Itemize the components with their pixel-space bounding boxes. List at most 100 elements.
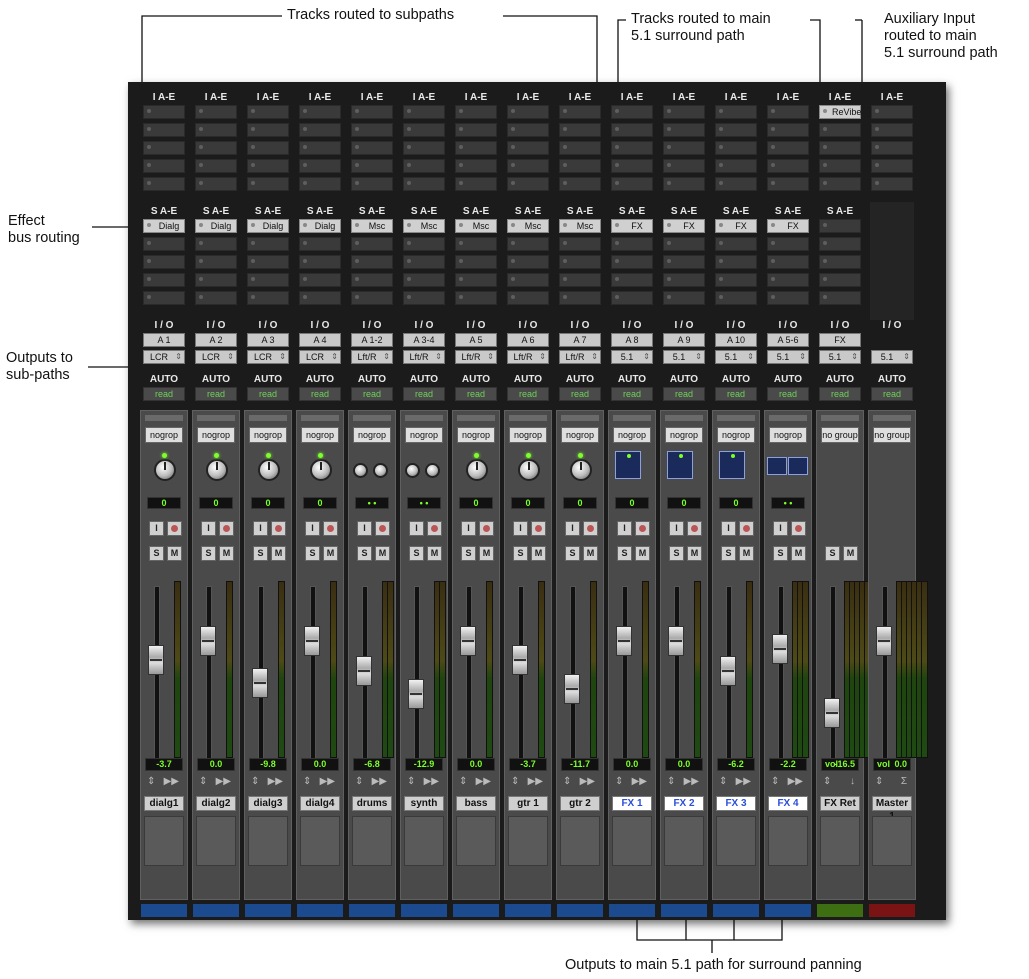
insert-slot[interactable] — [455, 141, 497, 155]
automation-mode[interactable]: read — [819, 387, 861, 401]
automation-mode[interactable]: read — [507, 387, 549, 401]
comments-box[interactable] — [820, 816, 860, 866]
output-selector[interactable]: 5.1 ⇕ — [871, 350, 913, 364]
volume-fader[interactable] — [200, 626, 216, 656]
input-selector[interactable]: A 4 — [299, 333, 341, 347]
output-selector[interactable]: 5.1 ⇕ — [819, 350, 861, 364]
record-enable-button[interactable] — [739, 521, 754, 536]
insert-slot[interactable] — [247, 123, 289, 137]
pan-knob[interactable] — [154, 459, 176, 481]
send-slot[interactable] — [819, 273, 861, 287]
group-selector[interactable]: nogrop — [561, 427, 599, 443]
comments-box[interactable] — [872, 816, 912, 866]
input-monitor-button[interactable]: I — [253, 521, 268, 536]
send-slot[interactable] — [143, 237, 185, 251]
mute-button[interactable]: M — [583, 546, 598, 561]
send-slot[interactable] — [247, 291, 289, 305]
mute-button[interactable]: M — [843, 546, 858, 561]
send-slot[interactable] — [195, 255, 237, 269]
insert-slot[interactable] — [715, 141, 757, 155]
comments-box[interactable] — [456, 816, 496, 866]
track-name[interactable]: dialg4 — [300, 796, 340, 811]
insert-slot[interactable] — [767, 141, 809, 155]
mute-button[interactable]: M — [791, 546, 806, 561]
input-selector[interactable]: A 6 — [507, 333, 549, 347]
insert-slot[interactable] — [715, 159, 757, 173]
solo-button[interactable]: S — [201, 546, 216, 561]
group-selector[interactable]: nogrop — [405, 427, 443, 443]
track-name[interactable]: FX 1 — [612, 796, 652, 811]
send-slot[interactable] — [559, 237, 601, 251]
solo-button[interactable]: S — [253, 546, 268, 561]
insert-slot[interactable] — [559, 177, 601, 191]
insert-slot[interactable] — [715, 177, 757, 191]
group-selector[interactable]: no group — [821, 427, 859, 443]
input-monitor-button[interactable]: I — [773, 521, 788, 536]
send-slot[interactable] — [767, 291, 809, 305]
comments-box[interactable] — [716, 816, 756, 866]
mute-button[interactable]: M — [219, 546, 234, 561]
mute-button[interactable]: M — [635, 546, 650, 561]
send-slot[interactable] — [507, 273, 549, 287]
volume-fader[interactable] — [356, 656, 372, 687]
group-selector[interactable]: nogrop — [353, 427, 391, 443]
send-slot[interactable] — [195, 237, 237, 251]
input-monitor-button[interactable]: I — [201, 521, 216, 536]
input-selector[interactable]: A 2 — [195, 333, 237, 347]
group-selector[interactable]: nogrop — [613, 427, 651, 443]
send-slot[interactable] — [403, 273, 445, 287]
automation-mode[interactable]: read — [663, 387, 705, 401]
insert-slot[interactable] — [195, 105, 237, 119]
solo-button[interactable]: S — [773, 546, 788, 561]
insert-slot[interactable] — [247, 105, 289, 119]
insert-slot[interactable] — [403, 141, 445, 155]
insert-slot[interactable] — [455, 159, 497, 173]
input-selector[interactable]: A 1 — [143, 333, 185, 347]
insert-slot[interactable] — [247, 177, 289, 191]
insert-slot[interactable] — [403, 177, 445, 191]
insert-slot[interactable] — [247, 159, 289, 173]
output-selector[interactable]: 5.1 ⇕ — [767, 350, 809, 364]
insert-slot[interactable] — [819, 141, 861, 155]
send-slot[interactable] — [455, 237, 497, 251]
group-selector[interactable]: nogrop — [197, 427, 235, 443]
mute-button[interactable]: M — [323, 546, 338, 561]
record-enable-button[interactable] — [687, 521, 702, 536]
insert-slot[interactable] — [871, 123, 913, 137]
send-slot[interactable] — [299, 273, 341, 287]
insert-slot[interactable] — [143, 159, 185, 173]
output-selector[interactable]: 5.1 ⇕ — [611, 350, 653, 364]
insert-slot[interactable] — [871, 141, 913, 155]
insert-slot[interactable] — [143, 105, 185, 119]
insert-slot[interactable] — [611, 141, 653, 155]
surround-panner[interactable] — [615, 451, 641, 479]
send-slot[interactable] — [611, 273, 653, 287]
send-slot[interactable] — [611, 255, 653, 269]
input-selector[interactable]: A 3-4 — [403, 333, 445, 347]
automation-mode[interactable]: read — [299, 387, 341, 401]
track-name[interactable]: synth — [404, 796, 444, 811]
track-name[interactable]: Master 1 — [872, 796, 912, 822]
input-selector[interactable]: A 10 — [715, 333, 757, 347]
output-selector[interactable]: LCR ⇕ — [143, 350, 185, 364]
insert-slot[interactable] — [819, 123, 861, 137]
send-slot[interactable] — [299, 291, 341, 305]
insert-slot[interactable] — [507, 177, 549, 191]
pan-knob-left[interactable] — [353, 463, 368, 478]
input-monitor-button[interactable]: I — [409, 521, 424, 536]
insert-slot[interactable] — [507, 105, 549, 119]
volume-fader[interactable] — [876, 626, 892, 656]
mute-button[interactable]: M — [739, 546, 754, 561]
record-enable-button[interactable] — [375, 521, 390, 536]
insert-slot[interactable] — [559, 105, 601, 119]
input-selector[interactable]: A 5-6 — [767, 333, 809, 347]
insert-slot[interactable] — [351, 159, 393, 173]
insert-slot[interactable] — [299, 123, 341, 137]
input-monitor-button[interactable]: I — [305, 521, 320, 536]
volume-fader[interactable] — [564, 674, 580, 704]
send-slot[interactable] — [819, 291, 861, 305]
output-selector[interactable]: Lft/R ⇕ — [507, 350, 549, 364]
track-name[interactable]: dialg2 — [196, 796, 236, 811]
track-name[interactable]: dialg3 — [248, 796, 288, 811]
insert-slot[interactable] — [507, 123, 549, 137]
